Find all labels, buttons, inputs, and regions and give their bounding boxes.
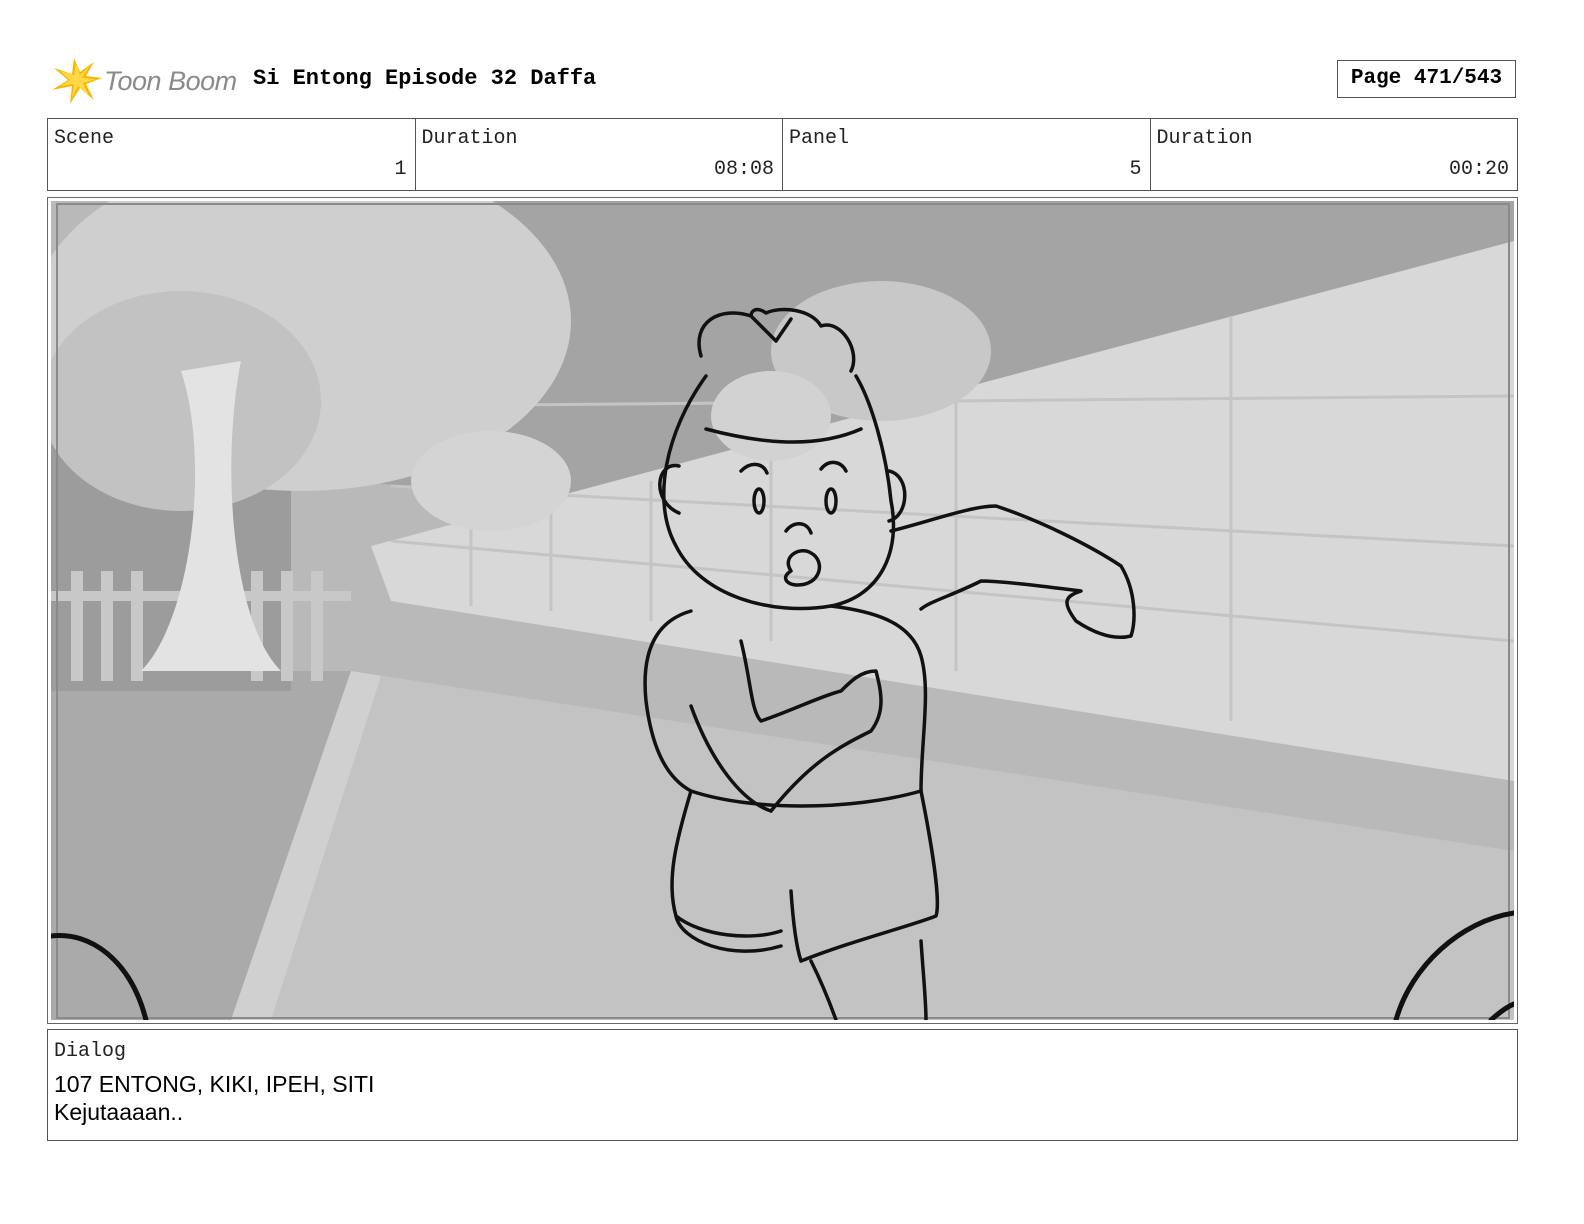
scene-duration-value: 08:08 — [713, 158, 774, 181]
panel-duration-cell: Duration 00:20 — [1151, 119, 1518, 190]
dialog-label: Dialog — [54, 1040, 127, 1063]
brand-name: Toon Boom — [104, 66, 237, 96]
page-number: Page 471/543 — [1337, 60, 1516, 98]
toon-boom-logo: Toon Boom — [50, 56, 240, 106]
dialog-text: Kejutaaaan.. — [54, 1099, 184, 1125]
panel-duration-value: 00:20 — [1448, 158, 1509, 181]
panel-value: 5 — [1129, 158, 1142, 181]
dialog-box: Dialog 107 ENTONG, KIKI, IPEH, SITI Keju… — [47, 1029, 1518, 1141]
panel-duration-label: Duration — [1156, 127, 1253, 150]
scene-duration-label: Duration — [421, 127, 518, 150]
scene-value: 1 — [394, 158, 407, 181]
panel-label: Panel — [789, 127, 850, 150]
panel-cell: Panel 5 — [783, 119, 1151, 190]
dialog-speakers: 107 ENTONG, KIKI, IPEH, SITI — [54, 1071, 375, 1097]
scene-cell: Scene 1 — [48, 119, 416, 190]
scene-duration-cell: Duration 08:08 — [416, 119, 783, 190]
scene-label: Scene — [54, 127, 115, 150]
star-burst-icon — [52, 58, 102, 104]
panel-drawing — [51, 201, 1514, 1020]
document-title: Si Entong Episode 32 Daffa — [253, 66, 597, 91]
storyboard-panel — [47, 197, 1518, 1024]
scene-info-table: Scene 1 Duration 08:08 Panel 5 Duration … — [47, 118, 1518, 191]
